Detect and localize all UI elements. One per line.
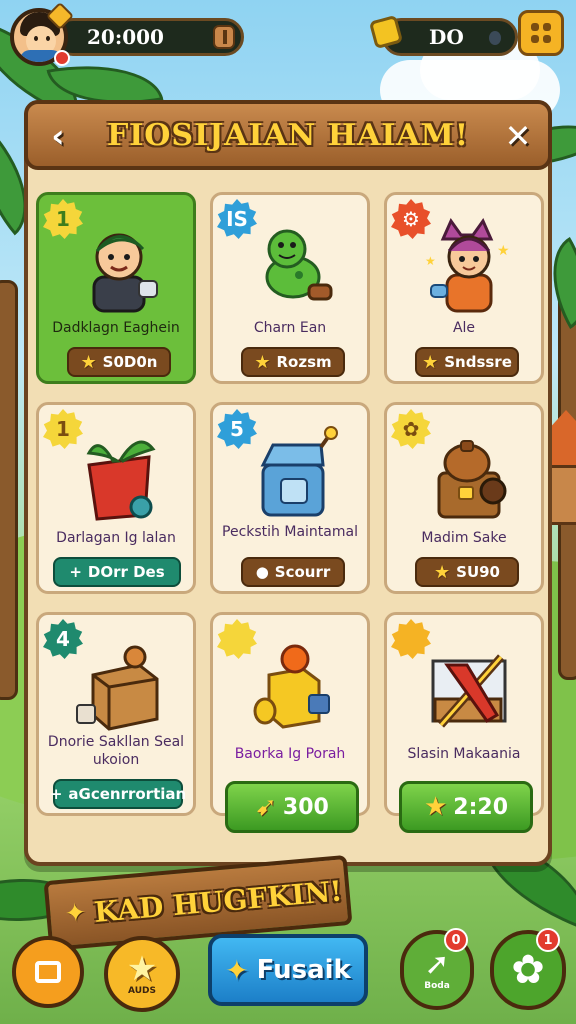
gem-dot-icon bbox=[489, 31, 501, 45]
sparkle-icon: ✦ bbox=[225, 953, 249, 987]
cat-character-icon: ★ ★ bbox=[425, 217, 510, 313]
price-button[interactable]: + aGcenrrortian bbox=[49, 779, 187, 809]
player-hud: 20:000 bbox=[10, 1, 244, 66]
price-label: aGcenrrortian bbox=[68, 785, 187, 803]
main-action-button[interactable]: ✦ Fusaik bbox=[208, 934, 368, 1006]
hammer-tools-icon bbox=[431, 654, 507, 728]
close-button[interactable]: ✕ bbox=[498, 116, 538, 156]
gold-cube-icon bbox=[253, 644, 330, 729]
price-button[interactable]: ★ Rozsm bbox=[241, 347, 345, 377]
price-label: SU90 bbox=[456, 563, 500, 581]
notification-dot-icon bbox=[54, 50, 70, 66]
plus-icon: + bbox=[49, 785, 63, 803]
settings-button[interactable]: ✿ 1 bbox=[490, 928, 566, 1010]
item-card-1[interactable]: 1 Dadklagn Eaghein ★ S0D0n bbox=[36, 192, 196, 384]
treasure-bag-icon bbox=[437, 440, 507, 519]
frog-character-icon bbox=[265, 229, 333, 301]
item-card-5[interactable]: 5 Peckstih Maintamal ● Scourr bbox=[210, 402, 370, 594]
menu-button[interactable] bbox=[518, 10, 564, 56]
gear-icon: ✿ bbox=[511, 947, 545, 993]
price-label: 300 bbox=[282, 794, 329, 820]
inventory-button[interactable] bbox=[12, 936, 84, 1008]
star-icon: ★ bbox=[422, 351, 439, 373]
item-name: Peckstih Maintamal bbox=[222, 524, 358, 540]
price-label: S0D0n bbox=[102, 353, 158, 371]
item-grid: 1 Dadklagn Eaghein ★ S0D0n IS Charn Ean … bbox=[36, 192, 544, 833]
star-icon: ★ bbox=[423, 792, 448, 822]
close-icon: ✕ bbox=[504, 117, 532, 155]
main-action-label: Fusaik bbox=[256, 955, 351, 985]
price-button[interactable]: ★ S0D0n bbox=[67, 347, 171, 377]
back-button[interactable]: ‹ bbox=[38, 116, 78, 156]
price-label: Sndssre bbox=[444, 353, 512, 371]
item-name: Charn Ean bbox=[253, 320, 327, 336]
achievements-label: AUDS bbox=[128, 986, 156, 996]
price-label: Scourr bbox=[274, 563, 331, 581]
item-card-3[interactable]: ⚙ ★ ★ Ale ★ Sndssre bbox=[384, 192, 544, 384]
item-name: Dadklagn Eaghein bbox=[52, 320, 180, 336]
star-icon: ★ bbox=[126, 949, 158, 989]
gold-gem-icon bbox=[368, 12, 408, 52]
wooden-crate-icon bbox=[76, 645, 159, 731]
share-label: Boda bbox=[424, 981, 450, 991]
star-icon: ★ bbox=[434, 561, 451, 583]
share-arrow-icon: ➚ bbox=[424, 947, 450, 982]
dot-icon: ● bbox=[255, 563, 269, 581]
gem-amount: DO bbox=[429, 25, 464, 49]
character-icon bbox=[92, 233, 158, 313]
star-icon: ★ bbox=[254, 351, 271, 373]
leaf-icon: ➹ bbox=[255, 792, 277, 822]
plus-icon: + bbox=[69, 563, 82, 581]
price-label: 2:20 bbox=[453, 794, 509, 820]
svg-text:★: ★ bbox=[425, 254, 436, 268]
blue-machine-icon bbox=[260, 426, 338, 517]
coin-amount: 20:000 bbox=[87, 25, 164, 49]
price-button[interactable]: ★ Sndssre bbox=[415, 347, 519, 377]
item-card-4[interactable]: 1 Darlagan Ig lalan + DOrr Des bbox=[36, 402, 196, 594]
settings-notification-badge: 1 bbox=[536, 928, 560, 952]
item-name: Madim Sake bbox=[421, 530, 507, 546]
item-name: Baorka Ig Porah bbox=[234, 746, 346, 762]
inventory-icon bbox=[35, 961, 61, 983]
chevron-left-icon: ‹ bbox=[51, 117, 65, 155]
add-coins-button[interactable] bbox=[213, 25, 235, 49]
item-card-8[interactable]: Baorka Ig Porah ➹ 300 bbox=[210, 612, 370, 833]
svg-text:★: ★ bbox=[497, 243, 510, 259]
item-name: Dnorie Sakllan Seal ukoion bbox=[47, 734, 185, 768]
share-notification-badge: 0 bbox=[444, 928, 468, 952]
item-card-7[interactable]: 4 Dnorie Sakllan Seal ukoion + aGcenrror… bbox=[36, 612, 196, 816]
item-name: Slasin Makaania bbox=[407, 746, 521, 762]
price-button[interactable]: ★ 2:20 bbox=[399, 781, 533, 833]
page-title: FIOSIJAIAN HAIAM! bbox=[106, 118, 470, 153]
shop-panel: ‹ FIOSIJAIAN HAIAM! ✕ 1 Dadklagn Eaghein… bbox=[24, 100, 552, 866]
price-button[interactable]: ● Scourr bbox=[241, 557, 345, 587]
price-label: DOrr Des bbox=[87, 563, 165, 581]
price-label: Rozsm bbox=[276, 353, 332, 371]
item-card-2[interactable]: IS Charn Ean ★ Rozsm bbox=[210, 192, 370, 384]
item-card-9[interactable]: Slasin Makaania ★ 2:20 bbox=[384, 612, 544, 833]
currency-hud: DO bbox=[368, 8, 564, 60]
banner-label: KAD HUGFKIN! bbox=[92, 873, 344, 929]
item-name: Darlagan Ig lalan bbox=[56, 530, 176, 546]
panel-header: ‹ FIOSIJAIAN HAIAM! ✕ bbox=[24, 100, 552, 170]
item-card-6[interactable]: ✿ Madim Sake ★ SU90 bbox=[384, 402, 544, 594]
price-button[interactable]: + DOrr Des bbox=[53, 557, 181, 587]
item-name: Ale bbox=[452, 320, 476, 336]
price-button[interactable]: ★ SU90 bbox=[415, 557, 519, 587]
share-button[interactable]: ➚ Boda 0 bbox=[400, 928, 474, 1010]
price-button[interactable]: ➹ 300 bbox=[225, 781, 359, 833]
achievements-button[interactable]: ★ AUDS bbox=[104, 936, 180, 1012]
sparkle-icon: ✦ bbox=[63, 897, 88, 930]
star-icon: ★ bbox=[80, 351, 97, 373]
coin-counter: 20:000 bbox=[54, 18, 244, 56]
gift-box-icon bbox=[86, 440, 156, 521]
